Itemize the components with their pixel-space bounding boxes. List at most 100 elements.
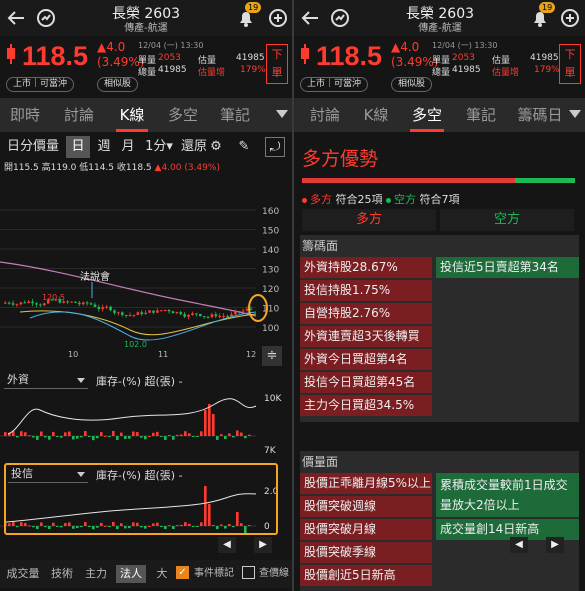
flow-bar [84, 431, 87, 436]
btab-big-holders[interactable]: 大戶 [152, 565, 172, 583]
flow-bar [180, 434, 183, 436]
candle-body [82, 302, 85, 305]
order-button[interactable]: 下單 [266, 44, 288, 84]
candle-body [78, 302, 81, 305]
listing-pill[interactable]: 上市｜可當沖 [6, 77, 75, 92]
flow-bar [240, 432, 243, 436]
bull-signal[interactable]: 股價突破月線 [300, 519, 432, 540]
flow-bar [100, 432, 103, 436]
bull-signal[interactable]: 股價突破週線 [300, 496, 432, 517]
btab-technical[interactable]: 技術 [48, 565, 76, 583]
candle-body [101, 307, 105, 310]
candle-body [175, 312, 179, 314]
tab-chips[interactable]: 籌碼日 [514, 98, 566, 132]
bull-signal[interactable]: 股價創近5日新高 [300, 565, 432, 586]
period-week[interactable]: 週 [94, 136, 114, 158]
tab-notes[interactable]: 筆記 [460, 98, 502, 132]
tab-bull-bear[interactable]: 多空 [406, 98, 448, 132]
price-change: ▲4.0 [391, 40, 420, 54]
btab-institutional[interactable]: 法人 [116, 565, 146, 583]
tab-notes[interactable]: 筆記 [214, 98, 256, 132]
similar-stock-pill[interactable]: 相似股 [391, 77, 433, 92]
candle-body [222, 315, 225, 317]
flow-bar [116, 436, 119, 440]
period-adjusted[interactable]: 還原 [180, 136, 208, 158]
flow-bar [228, 433, 231, 436]
plus-circle-icon[interactable] [558, 6, 582, 30]
query-line-label: 查價線 [259, 568, 289, 579]
panel1-tick-top: 10K [264, 394, 282, 404]
refresh-icon[interactable] [34, 6, 58, 30]
plus-circle-icon[interactable] [266, 6, 290, 30]
candle-body [202, 316, 206, 318]
kline-chart[interactable]: 160 150 140 130 120 110 100 10 11 12 法說會 120.5 102.0 [0, 170, 292, 360]
right-pane: 長榮 2603 傳產-航運 19 118.5 ▲4.0 (3.49%) 12/0… [294, 0, 585, 591]
flow-bar [188, 433, 191, 436]
scroll-right-icon[interactable]: ▶ [254, 537, 272, 553]
bull-signal[interactable]: 外資連賣超3天後轉買 [300, 326, 432, 347]
btab-volume[interactable]: 成交量 [4, 565, 42, 583]
rotate-icon[interactable]: ⤾ [265, 137, 285, 157]
chart-split-icon[interactable]: ≑ [262, 346, 282, 366]
back-arrow-icon[interactable] [298, 6, 322, 30]
flow-bar [152, 432, 155, 436]
period-day[interactable]: 日 [66, 136, 90, 158]
brush-icon[interactable]: ✎ [234, 137, 254, 157]
bull-signal[interactable]: 投信持股1.75% [300, 280, 432, 301]
candle-body [4, 302, 7, 304]
event-toggle-checkbox[interactable]: ✓ [176, 566, 189, 579]
query-line-checkbox[interactable] [242, 566, 255, 579]
bear-signal[interactable]: 投信近5日賣超第34名 [436, 257, 579, 278]
flow-bar [200, 431, 203, 436]
scroll-left-icon[interactable]: ◀ [218, 537, 236, 553]
quote-time: 12/04 (一) 13:30 [432, 41, 498, 50]
candle-body [171, 311, 175, 314]
bull-signal[interactable]: 主力今日買超34.5% [300, 395, 432, 416]
tab-discussion[interactable]: 討論 [304, 98, 346, 132]
candle-body [27, 301, 30, 303]
period-minute[interactable]: 1分▾ [144, 136, 174, 158]
flow-bar [208, 404, 211, 436]
y-tick-label: 150 [262, 227, 279, 237]
foreign-investor-chart[interactable] [0, 390, 292, 460]
refresh-icon[interactable] [328, 6, 352, 30]
similar-stock-pill[interactable]: 相似股 [97, 77, 139, 92]
candle-body [140, 312, 144, 315]
scroll-right-icon[interactable]: ▶ [546, 537, 564, 553]
flow-bar [44, 436, 47, 438]
tab-discussion[interactable]: 討論 [58, 98, 100, 132]
tab-more-icon[interactable] [569, 110, 581, 118]
tab-realtime[interactable]: 即時 [4, 98, 46, 132]
flow-bar [60, 436, 63, 438]
gear-icon[interactable]: ⚙ [206, 137, 226, 157]
tab-more-icon[interactable] [276, 110, 288, 118]
tab-bull-bear[interactable]: 多空 [162, 98, 204, 132]
bear-signal[interactable]: 累積成交量較前1日成交量放大2倍以上 [436, 473, 579, 517]
back-arrow-icon[interactable] [4, 6, 28, 30]
bull-signal[interactable]: 自營持股2.76% [300, 303, 432, 324]
main-tabs: 即時 討論 K線 多空 筆記 [0, 98, 292, 132]
flow-bar [56, 436, 59, 437]
candle-body [206, 316, 210, 318]
bull-signal[interactable]: 外資持股28.67% [300, 257, 432, 278]
candle-body [230, 314, 233, 317]
scroll-left-icon[interactable]: ◀ [510, 537, 528, 553]
flow-bar [212, 414, 215, 436]
order-button[interactable]: 下單 [559, 44, 581, 84]
panel1-select[interactable]: 外資 [4, 371, 88, 389]
candle-body [43, 303, 46, 306]
flow-bar [92, 436, 95, 441]
bull-signal[interactable]: 投信今日買超第45名 [300, 372, 432, 393]
flow-bar [52, 431, 55, 436]
listing-pill[interactable]: 上市｜可當沖 [300, 77, 369, 92]
period-intraday[interactable]: 日分價量 [4, 136, 62, 158]
flow-bar [72, 436, 75, 440]
bull-signal[interactable]: 外資今日買超第4名 [300, 349, 432, 370]
period-month[interactable]: 月 [118, 136, 138, 158]
btab-main-force[interactable]: 主力 [82, 565, 110, 583]
bull-signal[interactable]: 股價正乖離月線5%以上 [300, 473, 432, 494]
y-tick-label: 130 [262, 266, 279, 276]
bull-signal[interactable]: 股價突破季線 [300, 542, 432, 563]
tab-kline[interactable]: K線 [112, 98, 152, 132]
tab-kline[interactable]: K線 [358, 98, 394, 132]
